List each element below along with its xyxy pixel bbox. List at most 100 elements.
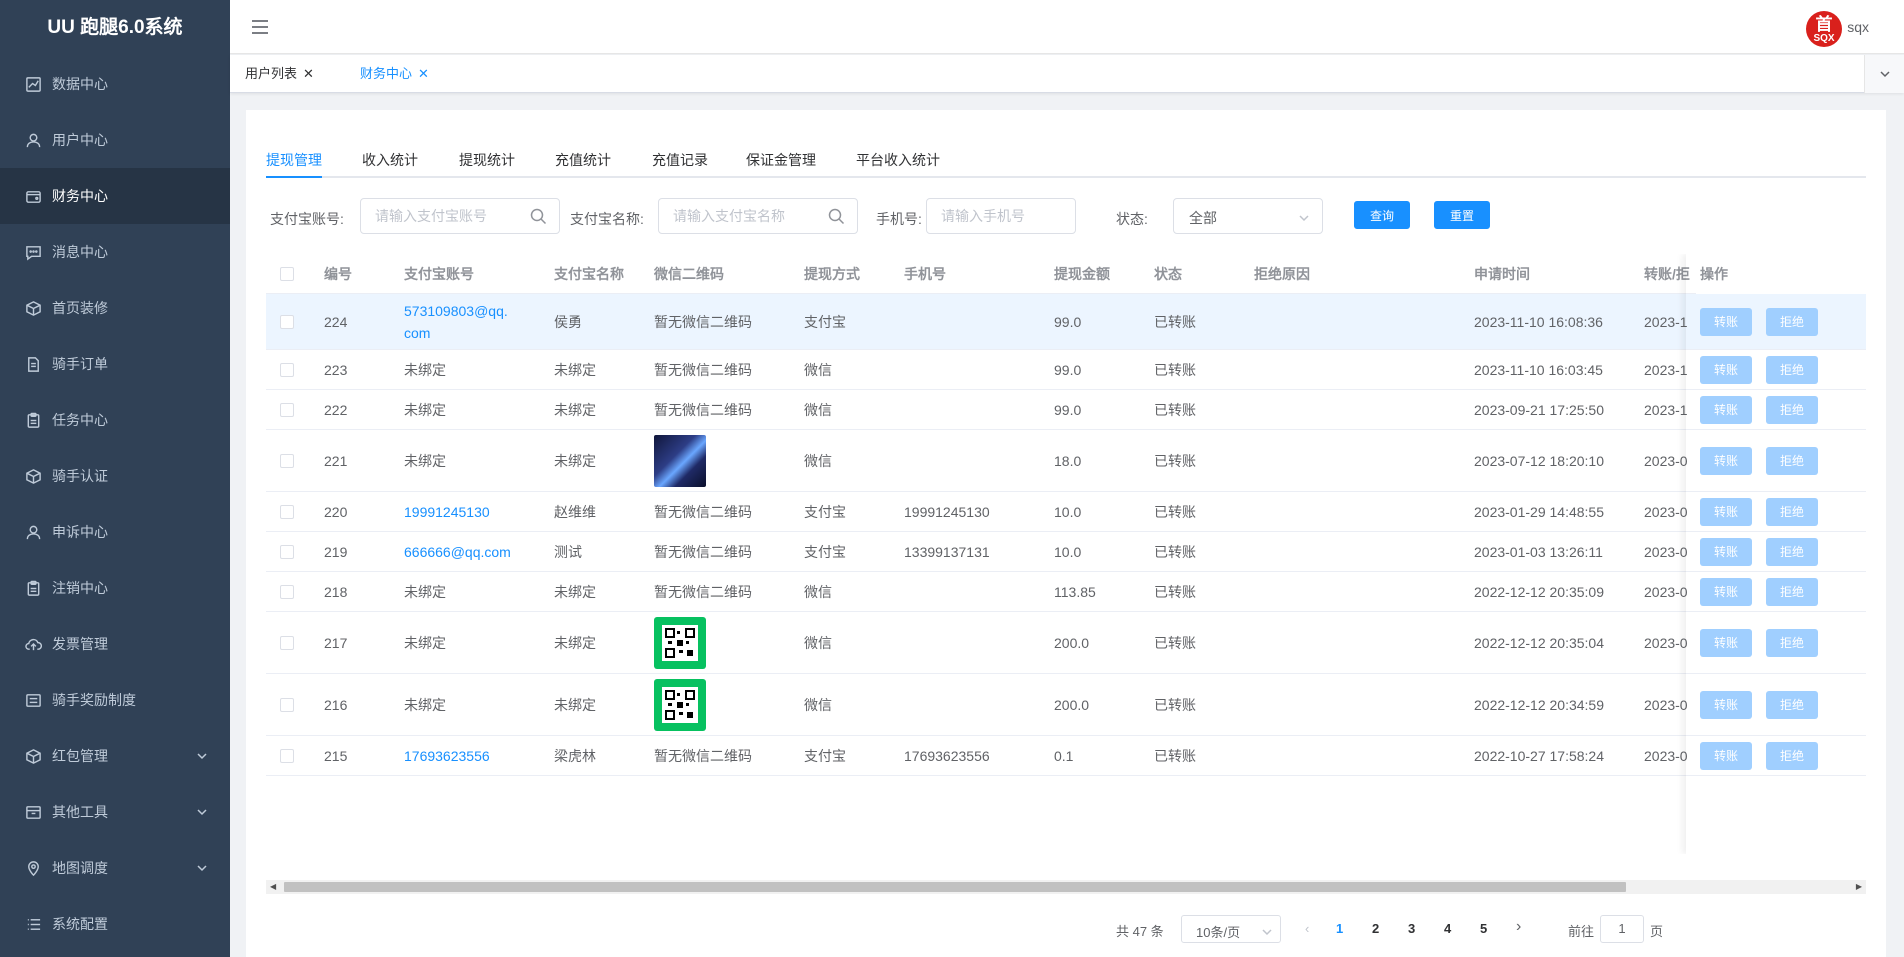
phone-input[interactable] [927,199,1075,233]
table-row[interactable]: 223 未绑定 未绑定 暂无微信二维码 微信 99.0 已转账 2023-11-10 16:0… [266,350,1866,390]
reject-button[interactable]: 拒绝 [1766,395,1819,424]
tab-recharge-stats[interactable]: 充值统计 [555,150,611,170]
table-row[interactable]: 216 未绑定 未绑定 微信 200.0 已转账 2022-12-12 20:34:59 20… [266,674,1866,736]
tab-withdraw-stats[interactable]: 提现统计 [459,150,515,170]
page-1[interactable]: 1 [1336,921,1343,936]
reset-button[interactable]: 重置 [1434,201,1491,229]
transfer-button[interactable]: 转账 [1700,446,1753,475]
page-size-select[interactable]: 10条/页 [1181,915,1281,943]
scrollbar-thumb[interactable] [284,882,1626,892]
cell-account[interactable]: 573109803@qq.com [404,300,514,344]
row-checkbox[interactable] [280,544,294,559]
page-2[interactable]: 2 [1372,921,1379,936]
reject-button[interactable]: 拒绝 [1766,537,1819,566]
row-checkbox[interactable] [280,635,294,650]
status-select[interactable]: 全部 [1173,198,1323,234]
sidebar-item-1[interactable]: 用户中心 [0,112,230,168]
table-row[interactable]: 221 未绑定 未绑定 微信 18.0 已转账 2023-07-12 18:20:10 202… [266,430,1866,492]
wechat-qr-image[interactable] [654,678,706,731]
scroll-right-arrow-icon[interactable]: ▶ [1856,880,1862,894]
sidebar-item-3[interactable]: 消息中心 [0,224,230,280]
sidebar-item-6[interactable]: 任务中心 [0,392,230,448]
query-button[interactable]: 查询 [1354,201,1411,229]
scroll-left-arrow-icon[interactable]: ◀ [270,880,276,894]
wechat-qr-image[interactable] [654,434,706,487]
prev-page-icon[interactable]: ‹ [1305,921,1309,936]
reject-button[interactable]: 拒绝 [1766,628,1819,657]
cell-account[interactable]: 666666@qq.com [404,541,511,563]
tab-platform-income-stats[interactable]: 平台收入统计 [856,150,940,170]
transfer-button[interactable]: 转账 [1700,577,1753,606]
sidebar-item-0[interactable]: 数据中心 [0,56,230,112]
transfer-button[interactable]: 转账 [1700,355,1753,384]
reject-button[interactable]: 拒绝 [1766,497,1819,526]
page-4[interactable]: 4 [1444,921,1451,936]
sidebar-item-11[interactable]: 骑手奖励制度 [0,672,230,728]
reject-button[interactable]: 拒绝 [1766,355,1819,384]
sidebar-item-9[interactable]: 注销中心 [0,560,230,616]
sidebar-item-5[interactable]: 骑手订单 [0,336,230,392]
sidebar-item-4[interactable]: 首页装修 [0,280,230,336]
hamburger-icon[interactable] [250,17,270,37]
transfer-button[interactable]: 转账 [1700,628,1753,657]
tab-deposit-management[interactable]: 保证金管理 [746,150,816,170]
tags-dropdown-button[interactable] [1864,55,1904,93]
reject-button[interactable]: 拒绝 [1766,741,1819,770]
sidebar-item-10[interactable]: 发票管理 [0,616,230,672]
select-all-checkbox[interactable] [280,267,294,281]
row-checkbox[interactable] [280,402,294,417]
close-icon[interactable]: ✕ [418,66,429,81]
next-page-icon[interactable]: › [1516,918,1521,936]
table-row[interactable]: 218 未绑定 未绑定 暂无微信二维码 微信 113.85 已转账 2022-12-12 20… [266,572,1866,612]
avatar[interactable]: 首 SQX [1806,11,1842,47]
table-row[interactable]: 217 未绑定 未绑定 微信 200.0 已转账 2022-12-12 20:35:04 20… [266,612,1866,674]
sidebar-item-8[interactable]: 申诉中心 [0,504,230,560]
sidebar-item-15[interactable]: 系统配置 [0,896,230,952]
username[interactable]: sqx [1847,19,1869,35]
reject-button[interactable]: 拒绝 [1766,577,1819,606]
search-icon[interactable] [828,208,845,225]
transfer-button[interactable]: 转账 [1700,537,1753,566]
row-checkbox[interactable] [280,453,294,468]
table-row[interactable]: 222 未绑定 未绑定 暂无微信二维码 微信 99.0 已转账 2023-09-21 17:2… [266,390,1866,430]
transfer-button[interactable]: 转账 [1700,395,1753,424]
phone-field[interactable] [926,198,1076,234]
tab-income-stats[interactable]: 收入统计 [362,150,418,170]
reject-button[interactable]: 拒绝 [1766,446,1819,475]
tab-withdraw-management[interactable]: 提现管理 [266,150,322,170]
row-checkbox[interactable] [280,584,294,599]
row-checkbox[interactable] [280,748,294,763]
table-row[interactable]: 224 573109803@qq.com 侯勇 暂无微信二维码 支付宝 99.0 已转账 20… [266,294,1866,350]
sidebar-item-2[interactable]: 财务中心 [0,168,230,224]
sidebar-item-13[interactable]: 其他工具 [0,784,230,840]
alipay-account-field[interactable] [360,198,560,234]
sidebar-item-7[interactable]: 骑手认证 [0,448,230,504]
row-checkbox[interactable] [280,314,294,329]
tag-user-list[interactable]: 用户列表 ✕ [245,64,314,84]
search-icon[interactable] [530,208,547,225]
row-checkbox[interactable] [280,362,294,377]
alipay-name-field[interactable] [658,198,858,234]
transfer-button[interactable]: 转账 [1700,497,1753,526]
sidebar-item-14[interactable]: 地图调度 [0,840,230,896]
goto-page-input[interactable]: 1 [1600,915,1644,943]
reject-button[interactable]: 拒绝 [1766,307,1819,336]
transfer-button[interactable]: 转账 [1700,307,1753,336]
row-checkbox[interactable] [280,504,294,519]
horizontal-scrollbar[interactable]: ◀ ▶ [266,880,1866,894]
tab-recharge-records[interactable]: 充值记录 [652,150,708,170]
sidebar-item-12[interactable]: 红包管理 [0,728,230,784]
cell-account[interactable]: 17693623556 [404,745,490,767]
row-checkbox[interactable] [280,697,294,712]
table-row[interactable]: 220 19991245130 赵维维 暂无微信二维码 支付宝 19991245130 10… [266,492,1866,532]
page-5[interactable]: 5 [1480,921,1487,936]
page-3[interactable]: 3 [1408,921,1415,936]
table-row[interactable]: 215 17693623556 梁虎林 暂无微信二维码 支付宝 17693623556 0.… [266,736,1866,776]
close-icon[interactable]: ✕ [303,66,314,81]
cell-account[interactable]: 19991245130 [404,501,490,523]
transfer-button[interactable]: 转账 [1700,690,1753,719]
tag-finance-center[interactable]: 财务中心 ✕ [360,64,429,84]
reject-button[interactable]: 拒绝 [1766,690,1819,719]
table-row[interactable]: 219 666666@qq.com 测试 暂无微信二维码 支付宝 13399137131 1… [266,532,1866,572]
transfer-button[interactable]: 转账 [1700,741,1753,770]
